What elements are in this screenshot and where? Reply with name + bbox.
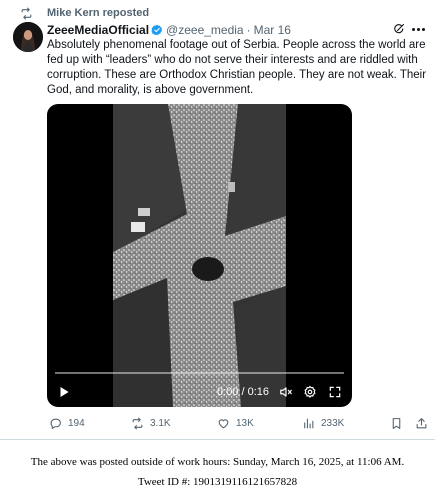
gear-icon[interactable] <box>303 385 317 399</box>
posting-notice-line: The above was posted outside of work hou… <box>30 456 405 468</box>
share-icon <box>416 418 427 429</box>
video-time: 0:00 / 0:16 <box>217 386 269 398</box>
fullscreen-icon[interactable] <box>328 385 342 399</box>
video-progress-bar[interactable] <box>55 372 344 374</box>
avatar-image <box>13 22 43 52</box>
tweet-id-line: Tweet ID #: 1901319116121657828 <box>137 476 298 488</box>
verified-badge-icon <box>151 24 163 36</box>
bookmark-button[interactable] <box>390 417 403 430</box>
repost-icon <box>21 7 32 19</box>
tweet-card[interactable]: Mike Kern reposted ZeeeMediaOfficial @ze… <box>0 0 435 440</box>
play-icon[interactable] <box>57 385 71 399</box>
avatar[interactable] <box>13 22 43 52</box>
reply-count: 194 <box>68 418 85 429</box>
share-button[interactable] <box>415 417 428 430</box>
analytics-icon <box>304 418 314 429</box>
posting-notice: The above was posted outside of work hou… <box>0 452 435 492</box>
reply-button[interactable]: 194 <box>49 417 85 430</box>
like-count: 13K <box>236 418 254 429</box>
video-frame[interactable] <box>113 104 286 407</box>
like-button[interactable]: 13K <box>217 417 254 430</box>
post-date[interactable]: Mar 16 <box>254 23 291 37</box>
author-row: ZeeeMediaOfficial @zeee_media · Mar 16 <box>47 22 291 38</box>
repost-indicator[interactable]: Mike Kern reposted <box>20 6 149 20</box>
heart-icon <box>218 419 229 429</box>
author-display-name[interactable]: ZeeeMediaOfficial <box>47 23 149 37</box>
tweet-text: Absolutely phenomenal footage out of Ser… <box>47 39 427 96</box>
video-thumbnail <box>113 104 286 407</box>
views-button[interactable]: 233K <box>302 417 344 430</box>
repost-label[interactable]: Mike Kern reposted <box>47 7 149 19</box>
video-player[interactable]: 0:00 / 0:16 <box>47 104 352 407</box>
repost-button[interactable]: 3.1K <box>131 417 171 430</box>
meta-separator: · <box>246 23 251 37</box>
author-handle[interactable]: @zeee_media <box>166 23 244 37</box>
repost-count: 3.1K <box>150 418 171 429</box>
action-bar: 194 3.1K 13K 233K <box>47 417 432 433</box>
bookmark-icon <box>392 418 401 429</box>
reply-icon <box>50 418 61 429</box>
view-count: 233K <box>321 418 345 429</box>
more-options-icon[interactable] <box>412 28 425 31</box>
grok-icon[interactable] <box>393 23 405 35</box>
repost-icon <box>132 417 143 430</box>
muted-speaker-icon[interactable] <box>279 385 293 399</box>
